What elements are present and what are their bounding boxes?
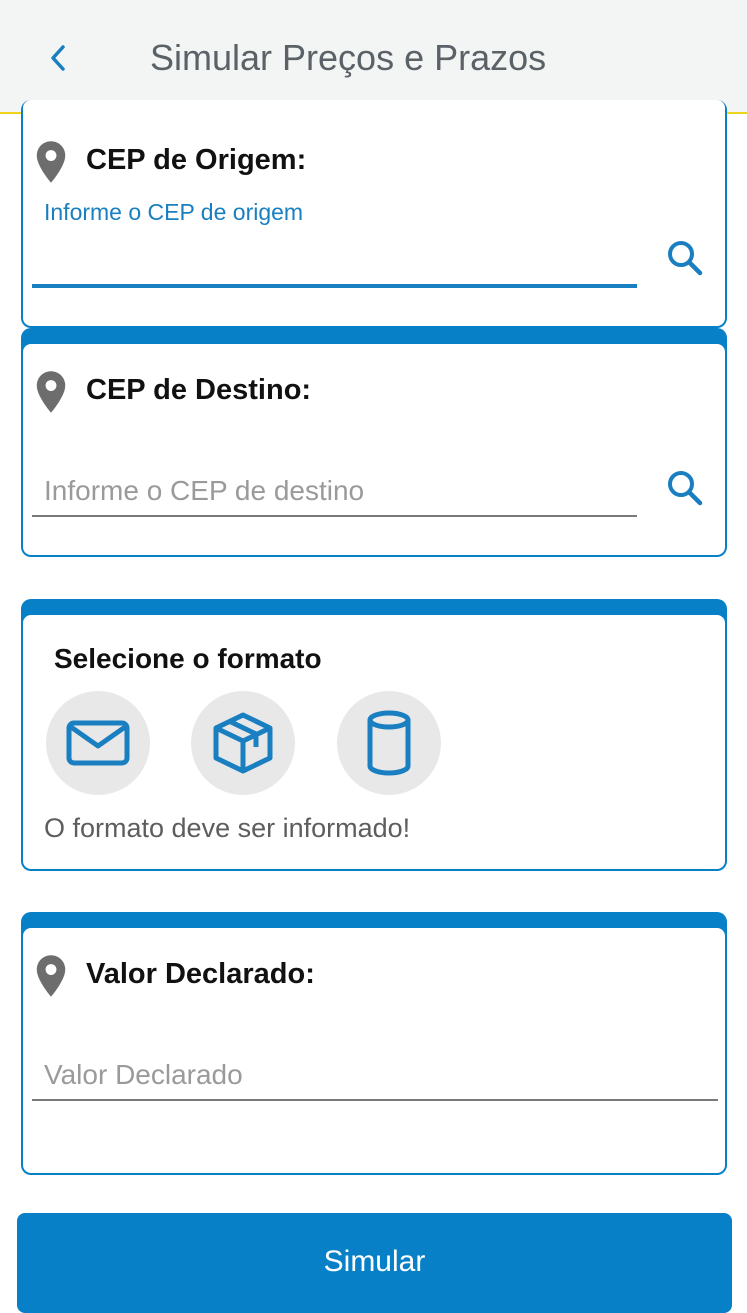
chevron-left-icon [51, 45, 65, 71]
declared-value-underline [32, 1099, 718, 1101]
format-box-button[interactable] [191, 691, 295, 795]
package-box-icon [213, 712, 273, 774]
origin-input-label: Informe o CEP de origem [44, 199, 304, 225]
format-envelope-button[interactable] [46, 691, 150, 795]
envelope-icon [66, 720, 130, 766]
cylinder-icon [367, 710, 411, 776]
origin-input-underline [32, 284, 637, 288]
format-title: Selecione o formato [54, 643, 322, 674]
destination-cep-input[interactable]: Informe o CEP de destino [44, 474, 364, 508]
location-pin-icon [36, 955, 66, 997]
destination-input-underline [32, 515, 637, 517]
location-pin-icon [36, 141, 66, 183]
format-card: Selecione o formato O formato deve ser i… [21, 599, 727, 871]
back-button[interactable] [36, 36, 80, 80]
format-error-message: O formato deve ser informado! [44, 813, 411, 843]
search-icon [668, 471, 703, 506]
destination-card: CEP de Destino: Informe o CEP de destino [21, 328, 727, 557]
declared-value-input[interactable]: Valor Declarado [44, 1058, 243, 1092]
format-cylinder-button[interactable] [337, 691, 441, 795]
declared-value-title: Valor Declarado: [86, 958, 315, 990]
origin-card: CEP de Origem: Informe o CEP de origem [21, 100, 727, 328]
origin-cep-input[interactable] [32, 230, 636, 280]
origin-title: CEP de Origem: [86, 144, 307, 176]
origin-search-button[interactable] [663, 236, 707, 280]
location-pin-icon [36, 371, 66, 413]
search-icon [668, 241, 703, 276]
page-title: Simular Preços e Prazos [150, 37, 547, 78]
app-bar: Simular Preços e Prazos [0, 0, 747, 114]
destination-search-button[interactable] [663, 466, 707, 510]
declared-value-card: Valor Declarado: Valor Declarado [21, 912, 727, 1175]
simulate-button[interactable]: Simular [17, 1213, 732, 1313]
destination-title: CEP de Destino: [86, 374, 312, 406]
